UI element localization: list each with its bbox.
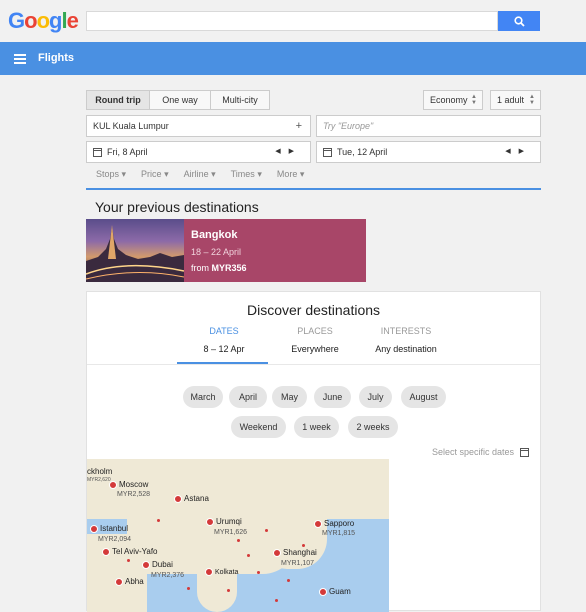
filter-bar: Stops ▾ Price ▾ Airline ▾ Times ▾ More ▾ xyxy=(96,169,304,180)
month-chip-july[interactable]: July xyxy=(359,386,392,408)
passengers-value: 1 adult xyxy=(497,95,525,105)
filter-price[interactable]: Price ▾ xyxy=(141,169,169,180)
map-minor-dot[interactable] xyxy=(247,554,250,557)
divider xyxy=(86,188,541,190)
map-minor-dot[interactable] xyxy=(227,589,230,592)
map-price-dubai: MYR2,376 xyxy=(151,572,185,579)
return-date-field[interactable]: Tue, 12 April ◀▶ xyxy=(316,141,541,163)
destination-price: from MYR356 xyxy=(191,263,247,273)
calendar-icon xyxy=(520,447,530,457)
top-bar: Google xyxy=(0,0,586,42)
map-city-tel-aviv[interactable]: Tel Aviv-Yafo xyxy=(102,547,158,556)
trip-type-multi-city[interactable]: Multi-city xyxy=(210,90,270,110)
destination-dates: 18 – 22 April xyxy=(191,247,242,257)
updown-arrows-icon: ▲ ▼ xyxy=(471,94,477,106)
duration-chip-weekend[interactable]: Weekend xyxy=(231,416,286,438)
app-bar: Flights xyxy=(0,42,586,75)
origin-field[interactable]: KUL Kuala Lumpur + xyxy=(86,115,311,137)
filter-airline[interactable]: Airline ▾ xyxy=(184,169,216,180)
filter-times[interactable]: Times ▾ xyxy=(231,169,262,180)
filter-stops[interactable]: Stops ▾ xyxy=(96,169,126,180)
google-logo[interactable]: Google xyxy=(8,8,79,34)
cabin-class-select[interactable]: Economy ▲ ▼ xyxy=(423,90,483,110)
map-minor-dot[interactable] xyxy=(187,587,190,590)
search-icon xyxy=(513,15,525,27)
passengers-select[interactable]: 1 adult ▲ ▼ xyxy=(490,90,541,110)
destination-city: Bangkok xyxy=(191,229,238,241)
map-land xyxy=(267,499,327,569)
duration-chip-2-weeks[interactable]: 2 weeks xyxy=(348,416,398,438)
month-chip-august[interactable]: August xyxy=(401,386,446,408)
map-city-moscow[interactable]: Moscow xyxy=(109,480,148,489)
map-city-istanbul[interactable]: Istanbul xyxy=(90,524,128,533)
section-title: Flights xyxy=(38,52,75,64)
select-specific-dates-label: Select specific dates xyxy=(432,447,515,457)
month-chip-april[interactable]: April xyxy=(229,386,267,408)
previous-destination-card[interactable]: Bangkok 18 – 22 April from MYR356 xyxy=(85,219,366,282)
map-minor-dot[interactable] xyxy=(287,579,290,582)
map-city-dubai[interactable]: Dubai xyxy=(142,560,173,569)
map-price-istanbul: MYR2,094 xyxy=(98,536,132,543)
month-chip-june[interactable]: June xyxy=(314,386,351,408)
add-origin-icon[interactable]: + xyxy=(296,120,302,132)
map-price-urumqi: MYR1,626 xyxy=(214,529,248,536)
depart-date-value: Fri, 8 April xyxy=(107,147,148,157)
search-button[interactable] xyxy=(498,11,540,31)
tab-places-value[interactable]: Everywhere xyxy=(270,344,360,354)
month-chip-may[interactable]: May xyxy=(272,386,307,408)
duration-chip-1-week[interactable]: 1 week xyxy=(294,416,339,438)
tab-interests-value[interactable]: Any destination xyxy=(361,344,451,354)
origin-value: KUL Kuala Lumpur xyxy=(93,121,169,131)
calendar-icon xyxy=(93,147,102,157)
previous-destinations-heading: Your previous destinations xyxy=(95,199,259,215)
map-price-shanghai: MYR1,107 xyxy=(281,560,315,567)
trip-type-one-way[interactable]: One way xyxy=(149,90,211,110)
trip-type-round-trip[interactable]: Round trip xyxy=(86,90,150,110)
map-land xyxy=(87,534,147,612)
discover-panel: Discover destinations DATES PLACES INTER… xyxy=(86,291,541,612)
map-minor-dot[interactable] xyxy=(302,544,305,547)
tab-dates-value[interactable]: 8 – 12 Apr xyxy=(179,344,269,354)
destinations-map[interactable]: ckholm MYR2,620 Moscow MYR2,528 Astana I… xyxy=(87,459,389,612)
filter-more[interactable]: More ▾ xyxy=(277,169,305,180)
map-minor-dot[interactable] xyxy=(257,571,260,574)
cabin-class-value: Economy xyxy=(430,95,468,105)
month-chip-march[interactable]: March xyxy=(183,386,223,408)
map-city-astana[interactable]: Astana xyxy=(174,494,209,503)
map-price-moscow: MYR2,528 xyxy=(117,491,151,498)
select-specific-dates[interactable]: Select specific dates xyxy=(432,447,530,457)
destination-photo xyxy=(85,219,185,282)
return-date-value: Tue, 12 April xyxy=(337,147,388,157)
updown-arrows-icon: ▲ ▼ xyxy=(529,94,535,106)
tab-dates[interactable]: DATES xyxy=(179,326,269,336)
map-minor-dot[interactable] xyxy=(157,519,160,522)
map-land xyxy=(307,459,389,499)
map-minor-dot[interactable] xyxy=(237,539,240,542)
map-city-shanghai[interactable]: Shanghai xyxy=(273,548,317,557)
map-city-kolkata[interactable]: Kolkata xyxy=(205,568,238,576)
date-nav-arrows-icon[interactable]: ◀▶ xyxy=(275,147,302,155)
map-city-sapporo[interactable]: Sapporo xyxy=(314,519,354,528)
depart-date-field[interactable]: Fri, 8 April ◀▶ xyxy=(86,141,311,163)
map-city-abha[interactable]: Abha xyxy=(115,577,144,586)
tab-places[interactable]: PLACES xyxy=(270,326,360,336)
map-minor-dot[interactable] xyxy=(127,559,130,562)
search-input[interactable] xyxy=(86,11,498,31)
destination-placeholder: Try "Europe" xyxy=(323,121,374,131)
map-price-stockholm: MYR2,620 xyxy=(87,477,111,483)
hamburger-menu-icon[interactable] xyxy=(14,54,26,64)
destination-field[interactable]: Try "Europe" xyxy=(316,115,541,137)
date-nav-arrows-icon[interactable]: ◀▶ xyxy=(505,147,532,155)
tab-interests[interactable]: INTERESTS xyxy=(361,326,451,336)
map-minor-dot[interactable] xyxy=(275,599,278,602)
map-price-sapporo: MYR1,815 xyxy=(322,530,356,537)
map-city-urumqi[interactable]: Urumqi xyxy=(206,517,242,526)
discover-title: Discover destinations xyxy=(246,302,381,318)
map-city-guam[interactable]: Guam xyxy=(319,587,351,596)
map-city-stockholm[interactable]: ckholm xyxy=(87,467,112,476)
tab-divider xyxy=(87,364,540,365)
map-minor-dot[interactable] xyxy=(265,529,268,532)
calendar-icon xyxy=(323,147,332,157)
